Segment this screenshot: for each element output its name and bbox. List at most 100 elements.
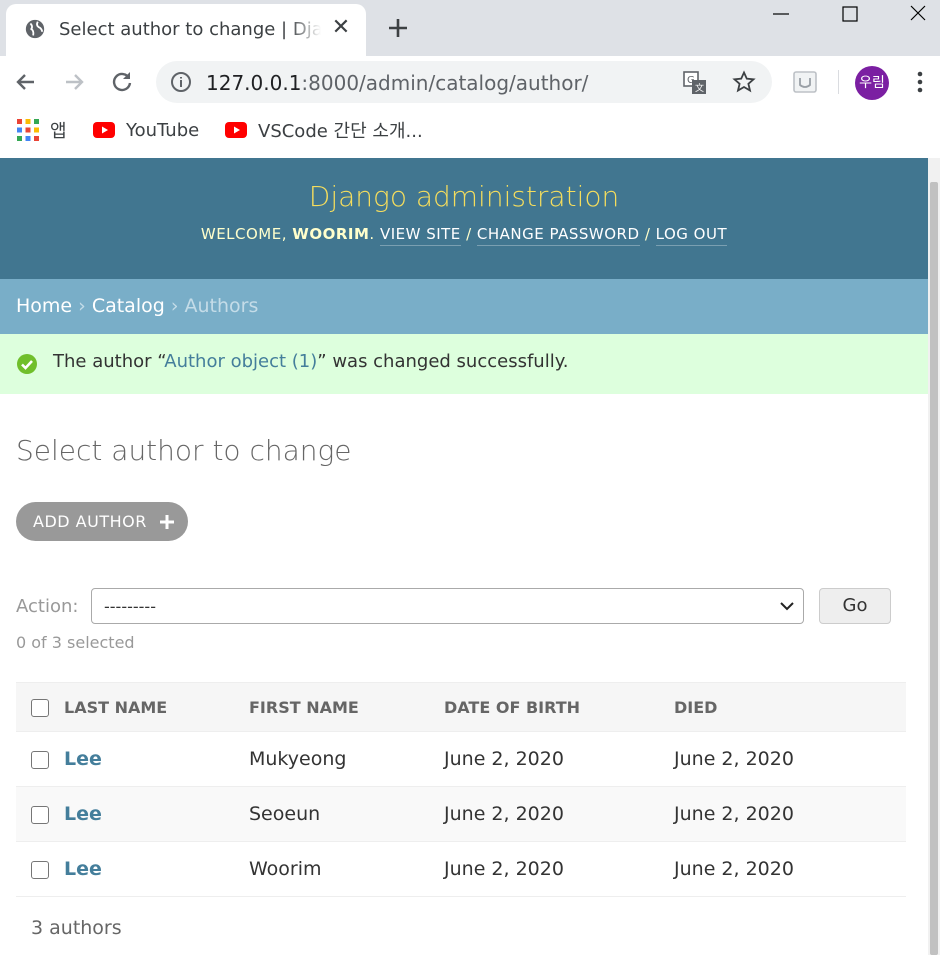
- breadcrumb: Home › Catalog › Authors: [0, 279, 928, 334]
- reload-icon[interactable]: [108, 68, 136, 96]
- author-link[interactable]: Lee: [64, 803, 102, 825]
- table-row: Lee Mukyeong June 2, 2020 June 2, 2020: [16, 731, 906, 787]
- url-path: :8000/admin/catalog/author/: [301, 71, 589, 95]
- scrollbar[interactable]: [928, 158, 940, 955]
- row-select-cell: [16, 841, 64, 897]
- log-out-link[interactable]: LOG OUT: [655, 225, 728, 246]
- paginator: 3 authors: [31, 917, 122, 939]
- go-button[interactable]: Go: [819, 588, 891, 624]
- minimize-icon[interactable]: [767, 2, 795, 26]
- died-cell: June 2, 2020: [674, 841, 906, 897]
- page-viewport: Django administration WELCOME, WOORIM. V…: [0, 158, 928, 955]
- select-all-cell: [16, 682, 64, 732]
- browser-tab[interactable]: Select author to change | Django site ad…: [6, 4, 366, 56]
- separator: /: [644, 225, 651, 243]
- success-check-icon: [17, 354, 37, 374]
- svg-text:文: 文: [695, 82, 704, 94]
- column-header-last-name[interactable]: LAST NAME: [64, 682, 249, 732]
- svg-text:G: G: [687, 75, 695, 86]
- last-name-cell: Lee: [64, 786, 249, 842]
- breadcrumb-catalog[interactable]: Catalog: [92, 295, 165, 317]
- first-name-cell: Seoeun: [249, 786, 444, 842]
- bookmark-label: VSCode 간단 소개...: [258, 121, 423, 142]
- success-message: The author “Author object (1)” was chang…: [0, 334, 928, 394]
- url-text[interactable]: 127.0.0.1:8000/admin/catalog/author/: [206, 71, 588, 95]
- bookmark-label: YouTube: [126, 119, 200, 141]
- selected-count: 0 of 3 selected: [16, 633, 135, 652]
- tab-close-icon[interactable]: ✕: [328, 15, 354, 41]
- youtube-icon: [93, 122, 115, 138]
- info-icon[interactable]: [170, 71, 192, 93]
- first-name-cell: Woorim: [249, 841, 444, 897]
- breadcrumb-current: Authors: [184, 295, 259, 317]
- youtube-icon: [225, 122, 247, 138]
- translate-icon[interactable]: G 文: [682, 70, 708, 96]
- browser-toolbar: 127.0.0.1:8000/admin/catalog/author/ G 文…: [0, 56, 940, 108]
- bookmark-vscode[interactable]: VSCode 간단 소개...: [224, 118, 423, 142]
- date-of-birth-cell: June 2, 2020: [444, 841, 674, 897]
- bookmark-label: 앱: [50, 121, 67, 142]
- action-select-value: ---------: [104, 597, 156, 616]
- plus-icon: [159, 514, 174, 529]
- content: Select author to change ADD AUTHOR Actio…: [0, 434, 928, 955]
- action-select[interactable]: ---------: [91, 588, 804, 624]
- row-checkbox[interactable]: [31, 860, 49, 879]
- breadcrumb-home[interactable]: Home: [16, 295, 72, 317]
- column-header-first-name[interactable]: FIRST NAME: [249, 682, 444, 732]
- profile-avatar[interactable]: 우림: [855, 66, 889, 100]
- message-suffix: ” was changed successfully.: [317, 351, 569, 372]
- forward-icon[interactable]: [60, 68, 88, 96]
- new-tab-icon[interactable]: [384, 14, 412, 42]
- message-text: The author “Author object (1)” was chang…: [53, 351, 569, 394]
- view-site-link[interactable]: VIEW SITE: [379, 225, 461, 246]
- table-row: Lee Seoeun June 2, 2020 June 2, 2020: [16, 786, 906, 842]
- chevron-down-icon: [780, 602, 794, 611]
- add-author-button[interactable]: ADD AUTHOR: [16, 502, 188, 541]
- scrollbar-thumb[interactable]: [930, 182, 938, 955]
- url-host: 127.0.0.1: [206, 71, 302, 95]
- row-checkbox[interactable]: [31, 750, 49, 769]
- tab-strip: Select author to change | Django site ad…: [0, 0, 940, 56]
- last-name-cell: Lee: [64, 731, 249, 787]
- welcome-text: WELCOME,: [200, 225, 287, 243]
- bookmark-apps[interactable]: 앱: [16, 118, 67, 142]
- bookmarks-bar: 앱 YouTube VSCode 간단 소개...: [0, 108, 940, 150]
- window-close-icon[interactable]: [904, 2, 932, 26]
- bookmark-star-icon[interactable]: [732, 70, 756, 94]
- user-tools: WELCOME, WOORIM. VIEW SITE / CHANGE PASS…: [0, 225, 928, 246]
- table-header-row: LAST NAME FIRST NAME DATE OF BIRTH DIED: [16, 682, 906, 732]
- died-cell: June 2, 2020: [674, 731, 906, 787]
- action-label: Action:: [16, 596, 79, 617]
- column-header-date-of-birth[interactable]: DATE OF BIRTH: [444, 682, 674, 732]
- row-select-cell: [16, 731, 64, 787]
- tab-title: Select author to change | Django site ad…: [59, 19, 321, 40]
- back-icon[interactable]: [12, 68, 40, 96]
- toolbar-separator: [838, 70, 839, 94]
- message-object-link[interactable]: Author object (1): [164, 351, 317, 372]
- address-bar[interactable]: 127.0.0.1:8000/admin/catalog/author/ G 文: [156, 61, 772, 103]
- add-author-label: ADD AUTHOR: [33, 512, 147, 531]
- died-cell: June 2, 2020: [674, 786, 906, 842]
- separator: /: [466, 225, 472, 243]
- results-table: LAST NAME FIRST NAME DATE OF BIRTH DIED …: [16, 682, 906, 897]
- page-title: Select author to change: [16, 434, 352, 467]
- table-row: Lee Woorim June 2, 2020 June 2, 2020: [16, 841, 906, 897]
- message-prefix: The author “: [53, 351, 165, 372]
- row-select-cell: [16, 786, 64, 842]
- maximize-icon[interactable]: [836, 2, 864, 26]
- date-of-birth-cell: June 2, 2020: [444, 786, 674, 842]
- author-link[interactable]: Lee: [64, 748, 102, 770]
- breadcrumb-separator: ›: [170, 295, 179, 317]
- menu-dots-icon[interactable]: [908, 70, 932, 94]
- change-password-link[interactable]: CHANGE PASSWORD: [476, 225, 640, 246]
- row-checkbox[interactable]: [31, 805, 49, 824]
- author-link[interactable]: Lee: [64, 858, 102, 880]
- apps-grid-icon: [17, 119, 39, 141]
- extension-icon[interactable]: [792, 70, 818, 94]
- admin-header: Django administration WELCOME, WOORIM. V…: [0, 158, 928, 279]
- select-all-checkbox[interactable]: [31, 698, 49, 717]
- first-name-cell: Mukyeong: [249, 731, 444, 787]
- bookmark-youtube[interactable]: YouTube: [92, 118, 199, 142]
- site-name[interactable]: Django administration: [0, 158, 928, 213]
- column-header-died[interactable]: DIED: [674, 682, 906, 732]
